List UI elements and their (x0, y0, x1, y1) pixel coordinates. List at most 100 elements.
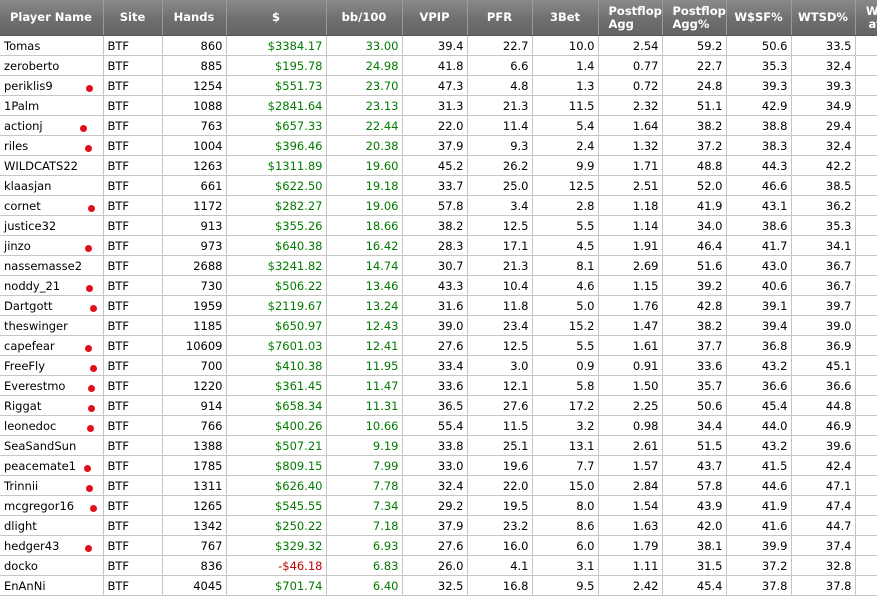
player-note-dot-icon[interactable] (86, 85, 93, 92)
table-row[interactable]: WILDCATS22 BTF 1263 $1311.89 19.60 45.2 26.2 9.… (0, 155, 877, 176)
table-body: Tomas BTF 860 $3384.17 33.00 39.4 22.7 10.0 2.54… (0, 35, 877, 596)
col-header-pfr[interactable]: PFR (467, 0, 533, 36)
table-row[interactable]: Everestmo BTF 1220 $361.45 11.47 33.6 12.1 5.8 1… (0, 375, 877, 396)
bb100-cell: 20.38 (326, 135, 403, 156)
player-note-dot-icon[interactable] (84, 465, 91, 472)
player-note-dot-icon[interactable] (86, 485, 93, 492)
pfr-cell: 9.3 (467, 135, 533, 156)
player-note-dot-icon[interactable] (85, 545, 92, 552)
wsf-cell-text: 40.6 (761, 278, 788, 293)
wtsd-cell-text: 44.7 (825, 518, 852, 533)
col-header-wtsd[interactable]: WTSD% (791, 0, 856, 36)
col-header-postflop-agg[interactable]: Postflop Agg (598, 0, 663, 36)
wsf-cell-text: 44.3 (761, 158, 788, 173)
table-row[interactable]: leonedoc BTF 766 $400.26 10.66 55.4 11.5 3.2 0.9… (0, 415, 877, 436)
player-note-dot-icon[interactable] (88, 205, 95, 212)
wsf-cell: 40.6 (726, 275, 792, 296)
table-row[interactable]: riles BTF 1004 $396.46 20.38 37.9 9.3 2.4 1.32 37… (0, 135, 877, 156)
table-row[interactable]: EnAnNi BTF 4045 $701.74 6.40 32.5 16.8 9.5 2.42 4… (0, 575, 877, 596)
col-header-site[interactable]: Site (103, 0, 163, 36)
player-note-dot-icon[interactable] (85, 145, 92, 152)
postflop-agg-pct-cell-text: 43.9 (696, 498, 723, 513)
table-row[interactable]: peacemate1 BTF 1785 $809.15 7.99 33.0 19.6 7.7 1… (0, 455, 877, 476)
vpip-cell: 41.8 (402, 55, 468, 76)
table-row[interactable]: jinzo BTF 973 $640.38 16.42 28.3 17.1 4.5 1.91 46… (0, 235, 877, 256)
col-header-vpip[interactable]: VPIP (402, 0, 468, 36)
table-row[interactable]: Tomas BTF 860 $3384.17 33.00 39.4 22.7 10.0 2.54… (0, 35, 877, 56)
table-row[interactable]: capefear BTF 10609 $7601.03 12.41 27.6 12.5 5.5… (0, 335, 877, 356)
player-name-cell-text: justice32 (4, 218, 57, 233)
col-header-money[interactable]: $ (226, 0, 327, 36)
site-cell: BTF (103, 475, 163, 496)
pfr-cell-text: 26.2 (502, 158, 529, 173)
hands-cell: 10609 (162, 335, 227, 356)
postflop-agg-pct-cell: 37.2 (662, 135, 727, 156)
col-header-postflop-agg-pct[interactable]: Postflop Agg% (662, 0, 727, 36)
col-header-hands[interactable]: Hands (162, 0, 227, 36)
pfr-cell: 12.5 (467, 335, 533, 356)
player-note-dot-icon[interactable] (90, 305, 97, 312)
col-header-won-at-sd[interactable]: Won $ at SD (855, 0, 877, 36)
table-row[interactable]: theswinger BTF 1185 $650.97 12.43 39.0 23.4 15.… (0, 315, 877, 336)
col-header-3bet[interactable]: 3Bet (532, 0, 599, 36)
table-row[interactable]: SeaSandSun BTF 1388 $507.21 9.19 33.8 25.1 13.1… (0, 435, 877, 456)
player-note-dot-icon[interactable] (90, 365, 97, 372)
table-row[interactable]: periklis9 BTF 1254 $551.73 23.70 47.3 4.8 1.3 0.… (0, 75, 877, 96)
table-row[interactable]: justice32 BTF 913 $355.26 18.66 38.2 12.5 5.5 1.… (0, 215, 877, 236)
table-row[interactable]: docko BTF 836 -$46.18 6.83 26.0 4.1 3.1 1.11 31.5… (0, 555, 877, 576)
player-note-dot-icon[interactable] (87, 425, 94, 432)
table-row[interactable]: 1Palm BTF 1088 $2841.64 23.13 31.3 21.3 11.5 2.3… (0, 95, 877, 116)
player-name-cell: theswinger (0, 315, 104, 336)
won-at-sd-cell: 56.2 (855, 75, 877, 96)
hands-cell-text: 1004 (193, 138, 223, 153)
player-name-cell: WILDCATS22 (0, 155, 104, 176)
col-header-player-name[interactable]: Player Name (0, 0, 104, 36)
col-header-bb100[interactable]: bb/100 (326, 0, 403, 36)
postflop-agg-pct-cell: 38.2 (662, 315, 727, 336)
col-header-wsf[interactable]: W$SF% (726, 0, 792, 36)
wtsd-cell: 36.6 (791, 375, 856, 396)
table-row[interactable]: Riggat BTF 914 $658.34 11.31 36.5 27.6 17.2 2.25… (0, 395, 877, 416)
player-note-dot-icon[interactable] (85, 345, 92, 352)
player-note-dot-icon[interactable] (80, 125, 87, 132)
table-row[interactable]: Trinnii BTF 1311 $626.40 7.78 32.4 22.0 15.0 2.8… (0, 475, 877, 496)
money-cell-text: $506.22 (274, 278, 323, 293)
player-name-cell: capefear (0, 335, 104, 356)
table-row[interactable]: dlight BTF 1342 $250.22 7.18 37.9 23.2 8.6 1.63 4… (0, 515, 877, 536)
postflop-agg-cell-text: 1.11 (632, 558, 659, 573)
player-note-dot-icon[interactable] (86, 285, 93, 292)
money-cell: $396.46 (226, 135, 327, 156)
table-row[interactable]: Dartgott BTF 1959 $2119.67 13.24 31.6 11.8 5.0 1… (0, 295, 877, 316)
threebet-cell: 8.6 (532, 515, 599, 536)
money-cell: $400.26 (226, 415, 327, 436)
threebet-cell: 6.0 (532, 535, 599, 556)
threebet-cell-text: 4.6 (576, 278, 595, 293)
postflop-agg-pct-cell: 24.8 (662, 75, 727, 96)
player-note-dot-icon[interactable] (88, 405, 95, 412)
site-cell: BTF (103, 555, 163, 576)
player-name-cell-text: Trinnii (4, 478, 39, 493)
table-row[interactable]: nassemasse2 BTF 2688 $3241.82 14.74 30.7 21.3 8… (0, 255, 877, 276)
player-name-cell-text: riles (4, 138, 29, 153)
wsf-cell: 39.3 (726, 75, 792, 96)
pfr-cell-text: 11.8 (502, 298, 529, 313)
table-row[interactable]: FreeFly BTF 700 $410.38 11.95 33.4 3.0 0.9 0.91 3… (0, 355, 877, 376)
table-row[interactable]: hedger43 BTF 767 $329.32 6.93 27.6 16.0 6.0 1.79… (0, 535, 877, 556)
bb100-cell-text: 7.99 (372, 458, 399, 473)
bb100-cell: 9.19 (326, 435, 403, 456)
won-at-sd-cell: 61.5 (855, 55, 877, 76)
player-note-dot-icon[interactable] (85, 245, 92, 252)
table-row[interactable]: cornet BTF 1172 $282.27 19.06 57.8 3.4 2.8 1.18 4… (0, 195, 877, 216)
player-note-dot-icon[interactable] (88, 385, 95, 392)
player-name-cell-text: capefear (4, 338, 55, 353)
pfr-cell: 17.1 (467, 235, 533, 256)
table-row[interactable]: actionj BTF 763 $657.33 22.44 22.0 11.4 5.4 1.64… (0, 115, 877, 136)
player-name-cell: periklis9 (0, 75, 104, 96)
table-row[interactable]: klaasjan BTF 661 $622.50 19.18 33.7 25.0 12.5 2.… (0, 175, 877, 196)
site-cell-text: BTF (107, 38, 130, 53)
player-note-dot-icon[interactable] (90, 505, 97, 512)
won-at-sd-cell: 54.1 (855, 175, 877, 196)
table-row[interactable]: zeroberto BTF 885 $195.78 24.98 41.8 6.6 1.4 0.7… (0, 55, 877, 76)
table-row[interactable]: mcgregor16 BTF 1265 $545.55 7.34 29.2 19.5 8.0 1… (0, 495, 877, 516)
table-row[interactable]: noddy_21 BTF 730 $506.22 13.46 43.3 10.4 4.6 1.1… (0, 275, 877, 296)
